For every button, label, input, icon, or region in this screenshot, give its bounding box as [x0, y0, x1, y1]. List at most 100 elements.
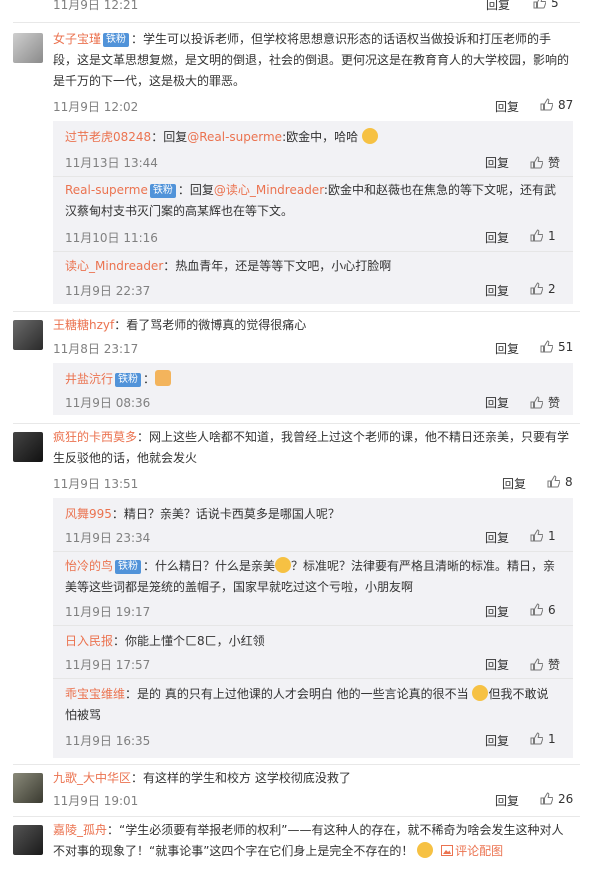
commenter-name[interactable]: 井盐沆行: [65, 372, 113, 386]
comment-text: 九歌_大中华区：有这样的学生和校方 这学校彻底没救了: [53, 771, 351, 785]
commenter-name[interactable]: 嘉陵_孤舟: [53, 823, 107, 837]
divider: [13, 816, 580, 817]
emoji-icon: [417, 842, 434, 858]
comment-text: 王糖糖hzyf：看了骂老师的微博真的觉得很痛心: [53, 318, 307, 332]
avatar[interactable]: [13, 33, 43, 63]
comment-time: 11月9日 23:34: [65, 531, 151, 545]
mention-link[interactable]: @读心_Mindreader: [214, 183, 324, 197]
sub-reply: 读心_Mindreader：热血青年，还是等等下文吧，小心打脸啊: [65, 259, 392, 273]
commenter-name[interactable]: 九歌_大中华区: [53, 771, 131, 785]
like-button[interactable]: 赞: [530, 154, 560, 171]
like-button[interactable]: 赞: [530, 656, 560, 673]
thumbs-up-icon: [530, 732, 544, 745]
reply-button[interactable]: 回复: [485, 732, 509, 749]
thumbs-up-icon: [530, 282, 544, 295]
avatar[interactable]: [13, 825, 43, 855]
comment-time: 11月9日 13:51: [53, 477, 139, 491]
sub-reply: 井盐沆行 铁粉：: [65, 369, 561, 390]
commenter-name[interactable]: 日入民报: [65, 634, 113, 648]
like-button[interactable]: 87: [540, 98, 573, 112]
divider: [13, 423, 580, 424]
reply-button[interactable]: 回复: [485, 656, 509, 673]
commenter-name[interactable]: 过节老虎08248: [65, 130, 151, 144]
reply-button[interactable]: 回复: [485, 282, 509, 299]
reply-button[interactable]: 回复: [485, 154, 509, 171]
like-button[interactable]: 5: [533, 0, 559, 10]
sub-reply: 过节老虎08248：回复@Real-superme:欧金中，哈哈: [65, 127, 561, 148]
fan-badge[interactable]: 铁粉: [149, 184, 176, 198]
avatar[interactable]: [13, 773, 43, 803]
reply-button[interactable]: 回复: [485, 394, 509, 411]
thumbs-up-icon: [530, 658, 544, 671]
thumbs-up-icon: [530, 529, 544, 542]
reply-button[interactable]: 回复: [486, 0, 510, 13]
commenter-name[interactable]: 王糖糖hzyf: [53, 318, 114, 332]
commenter-name[interactable]: 疯狂的卡西莫多: [53, 430, 137, 444]
picture-icon: [441, 845, 454, 856]
comment-time: 11月9日 12:21: [53, 0, 139, 12]
comment-time: 11月13日 13:44: [65, 156, 158, 170]
like-button[interactable]: 8: [547, 475, 573, 489]
fan-badge[interactable]: 铁粉: [103, 33, 130, 47]
like-button[interactable]: 1: [530, 229, 556, 243]
avatar[interactable]: [13, 432, 43, 462]
thumbs-up-icon: [530, 396, 544, 409]
avatar[interactable]: [13, 320, 43, 350]
sub-reply: Real-superme 铁粉 ：回复@读心_Mindreader:欧金中和赵薇也在…: [65, 183, 556, 218]
divider: [53, 251, 573, 252]
thumbs-up-icon: [540, 340, 554, 353]
like-button[interactable]: 51: [540, 340, 573, 354]
like-button[interactable]: 赞: [530, 394, 560, 411]
divider: [13, 311, 580, 312]
reply-button[interactable]: 回复: [485, 529, 509, 546]
reply-button[interactable]: 回复: [495, 340, 519, 357]
reply-thread: 风舞995：精日？亲美？话说卡西莫多是哪国人呢？ 11月9日 23:34 回复 …: [53, 498, 573, 758]
fan-badge[interactable]: 铁粉: [115, 373, 142, 387]
like-button[interactable]: 1: [530, 732, 556, 746]
comment-time: 11月9日 12:02: [53, 100, 139, 114]
comment-image-link[interactable]: 评论配图: [437, 844, 503, 858]
like-button[interactable]: 2: [530, 282, 556, 296]
divider: [53, 176, 573, 177]
divider: [53, 625, 573, 626]
reply-thread: 井盐沆行 铁粉： 11月9日 08:36 回复 赞: [53, 363, 573, 415]
reply-button[interactable]: 回复: [502, 475, 526, 492]
sub-reply: 日入民报：你能上懂个ㄈ8ㄈ，小红领: [65, 634, 265, 648]
emoji-icon: [361, 128, 378, 144]
reply-thread: 过节老虎08248：回复@Real-superme:欧金中，哈哈 11月13日 …: [53, 121, 573, 304]
thumbs-up-icon: [530, 229, 544, 242]
divider: [53, 551, 573, 552]
commenter-name[interactable]: 风舞995: [65, 507, 112, 521]
like-button[interactable]: 6: [530, 603, 556, 617]
commenter-name[interactable]: 怡冷的鸟: [65, 559, 113, 573]
emoji-icon: [155, 370, 172, 386]
reply-button[interactable]: 回复: [495, 98, 519, 115]
reply-button[interactable]: 回复: [495, 792, 519, 809]
thumbs-up-icon: [547, 475, 561, 488]
commenter-name[interactable]: 女子宝瑾: [53, 32, 101, 46]
comment-time: 11月10日 11:16: [65, 231, 158, 245]
reply-button[interactable]: 回复: [485, 603, 509, 620]
comment-time: 11月9日 16:35: [65, 734, 151, 748]
comment-text: 女子宝瑾 铁粉 ：学生可以投诉老师，但学校将思想意识形态的话语权当做投诉和打压老师的…: [53, 32, 570, 88]
commenter-name[interactable]: 乖宝宝维维: [65, 687, 125, 701]
comment-time: 11月9日 19:01: [53, 794, 139, 808]
thumbs-up-icon: [540, 98, 554, 111]
sub-reply: 怡冷的鸟 铁粉 ：什么精日？什么是亲美 ？标准呢？法律要有严格且清晰的标准。精日，亲美…: [65, 557, 556, 594]
fan-badge[interactable]: 铁粉: [115, 560, 142, 574]
reply-button[interactable]: 回复: [485, 229, 509, 246]
sub-reply: 乖宝宝维维：是的 真的只有上过他课的人才会明白 他的一些言论真的很不当 但我不敢…: [65, 685, 549, 722]
comment-time: 11月9日 22:37: [65, 284, 151, 298]
mention-link[interactable]: @Real-superme: [187, 130, 282, 144]
sub-reply: 风舞995：精日？亲美？话说卡西莫多是哪国人呢？: [65, 507, 340, 521]
divider: [13, 22, 580, 23]
commenter-name[interactable]: 读心_Mindreader: [65, 259, 163, 273]
comment-time: 11月9日 19:17: [65, 605, 151, 619]
thumbs-up-icon: [530, 156, 544, 169]
comment-time: 11月9日 17:57: [65, 658, 151, 672]
commenter-name[interactable]: Real-superme: [65, 183, 148, 197]
like-button[interactable]: 1: [530, 529, 556, 543]
like-button[interactable]: 26: [540, 792, 573, 806]
comment-time: 11月8日 23:17: [53, 342, 139, 356]
divider: [53, 678, 573, 679]
